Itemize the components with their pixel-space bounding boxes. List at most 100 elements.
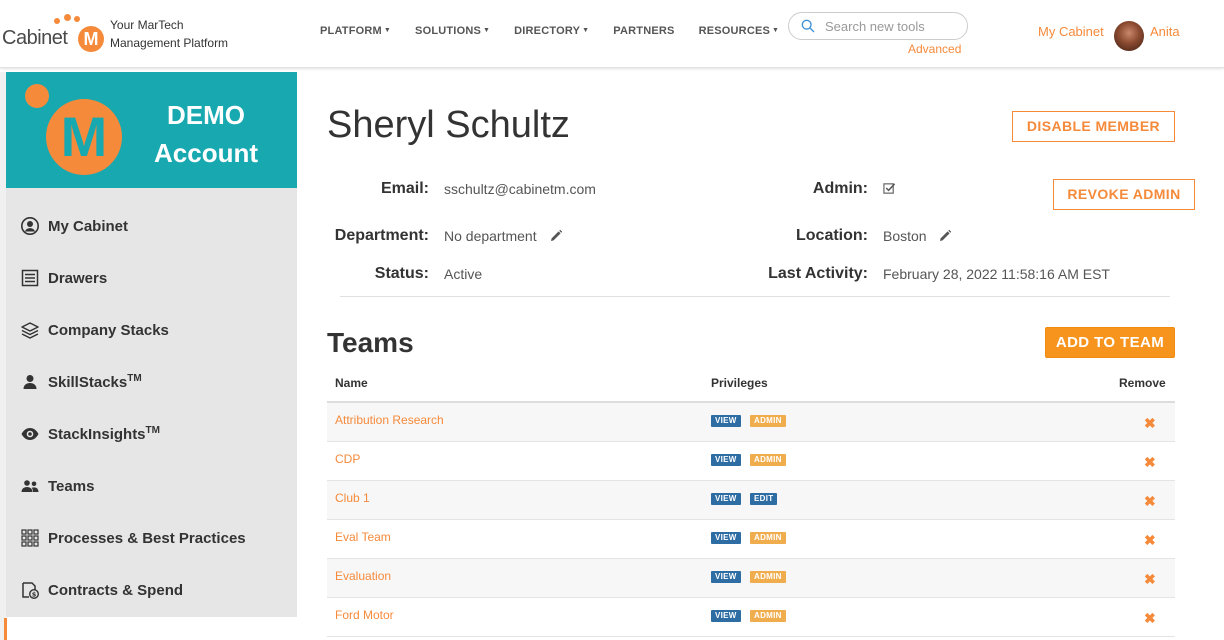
admin-checkbox-icon[interactable] (883, 182, 896, 195)
sidebar-item-teams[interactable]: Teams (20, 476, 94, 496)
privilege-badge-view: VIEW (711, 610, 741, 622)
revoke-admin-button[interactable]: REVOKE ADMIN (1053, 179, 1195, 210)
avatar[interactable] (1114, 21, 1144, 51)
logo-dot (54, 18, 60, 24)
remove-x-icon[interactable]: ✖ (1144, 572, 1156, 586)
sidebar-item-processes[interactable]: Processes & Best Practices (20, 528, 246, 548)
status-label: Status: (374, 265, 429, 282)
caret-down-icon: ▼ (383, 27, 392, 34)
sidebar-item-skillstacks[interactable]: SkillStacksTM (20, 372, 142, 392)
nav-solutions[interactable]: SOLUTIONS ▼ (415, 25, 490, 37)
contract-icon: $ (22, 582, 40, 600)
nav-label: PARTNERS (613, 25, 675, 37)
demo-logo-dot (25, 84, 49, 108)
privilege-badge-edit: EDIT (750, 493, 778, 505)
section-divider (340, 296, 1170, 297)
email-value: sschultz@cabinetm.com (444, 181, 596, 197)
cabinetm-logo[interactable]: Cabinet M (2, 14, 106, 54)
caret-down-icon: ▼ (582, 27, 590, 34)
search-box (788, 12, 968, 40)
remove-x-icon[interactable]: ✖ (1144, 494, 1156, 508)
demo-account-label: DEMO Account (146, 96, 266, 172)
nav-resources[interactable]: RESOURCES ▼ (699, 25, 780, 37)
team-name-link[interactable]: CDP (335, 452, 360, 466)
main-nav: PLATFORM ▼ SOLUTIONS ▼ DIRECTORY ▼ PARTNERS… (320, 25, 803, 37)
sidebar-item-stackinsights[interactable]: StackInsightsTM (20, 424, 160, 444)
demo-m-logo: M (46, 99, 122, 175)
caret-down-icon: ▼ (772, 27, 780, 34)
logo-dot (64, 14, 71, 21)
add-to-team-button[interactable]: ADD TO TEAM (1045, 327, 1175, 358)
nav-platform[interactable]: PLATFORM ▼ (320, 25, 391, 37)
tagline: Your MarTech Management Platform (110, 18, 229, 50)
team-icon (21, 480, 39, 492)
location-value: Boston (883, 228, 927, 244)
my-cabinet-link[interactable]: My Cabinet (1038, 24, 1104, 39)
privilege-badge-view: VIEW (711, 454, 741, 466)
sidebar-item-label: SkillStacksTM (48, 373, 142, 391)
sidebar-item-label: Processes & Best Practices (48, 529, 246, 547)
privilege-badge-admin: ADMIN (750, 415, 786, 427)
logo-text: Cabinet (2, 27, 68, 49)
trademark-sup: TM (127, 373, 142, 384)
table-row: Eval Team VIEW ADMIN ✖ (327, 520, 1175, 559)
sidebar-item-contracts[interactable]: $ Contracts & Spend (20, 580, 183, 600)
privilege-badge-admin: ADMIN (750, 610, 786, 622)
email-label: Email: (380, 180, 429, 197)
drawer-icon (21, 269, 39, 287)
sidebar-item-label: Teams (48, 477, 95, 495)
sidebar-item-label: My Cabinet (48, 217, 129, 235)
privilege-badge-admin: ADMIN (750, 454, 786, 466)
sidebar-item-text: SkillStacks (48, 374, 128, 391)
column-header-remove: Remove (1119, 376, 1166, 390)
nav-label: PLATFORM (320, 25, 382, 37)
advanced-search-link[interactable]: Advanced (908, 42, 961, 56)
privilege-badge-view: VIEW (711, 493, 741, 505)
column-header-name: Name (335, 376, 368, 390)
team-name-link[interactable]: Evaluation (335, 569, 391, 583)
sidebar-item-label: Drawers (48, 269, 108, 287)
demo-label-line2: Account (154, 138, 258, 168)
privilege-badge-view: VIEW (711, 571, 741, 583)
nav-partners[interactable]: PARTNERS (613, 25, 674, 37)
table-row: Attribution Research VIEW ADMIN ✖ (327, 403, 1175, 442)
location-field: Boston (883, 228, 952, 244)
remove-x-icon[interactable]: ✖ (1144, 455, 1156, 469)
search-input[interactable] (825, 18, 960, 34)
user-name-link[interactable]: Anita (1150, 24, 1180, 39)
sidebar-item-text: StackInsights (48, 426, 146, 443)
location-label: Location: (796, 227, 868, 244)
privilege-badge-admin: ADMIN (750, 532, 786, 544)
top-navbar: Cabinet M Your MarTech Management Platfo… (0, 0, 1224, 68)
nav-label: DIRECTORY (514, 25, 581, 37)
nav-directory[interactable]: DIRECTORY ▼ (514, 25, 589, 37)
privilege-badge-view: VIEW (711, 415, 741, 427)
svg-text:$: $ (32, 591, 37, 599)
disable-member-button[interactable]: DISABLE MEMBER (1012, 111, 1175, 142)
team-name-link[interactable]: Eval Team (335, 530, 391, 544)
team-name-link[interactable]: Club 1 (335, 491, 370, 505)
demo-label-line1: DEMO (167, 100, 245, 130)
demo-account-banner: M DEMO Account (6, 72, 297, 188)
privilege-badge-admin: ADMIN (750, 571, 786, 583)
search-icon[interactable] (801, 19, 815, 33)
sidebar-item-label: Contracts & Spend (48, 581, 184, 599)
teams-heading: Teams (327, 327, 414, 358)
sidebar-item-drawers[interactable]: Drawers (20, 268, 107, 288)
remove-x-icon[interactable]: ✖ (1144, 533, 1156, 547)
sidebar-item-my-cabinet[interactable]: My Cabinet (20, 216, 128, 236)
team-name-link[interactable]: Ford Motor (335, 608, 394, 622)
team-name-link[interactable]: Attribution Research (335, 413, 444, 427)
sidebar-item-company-stacks[interactable]: Company Stacks (20, 320, 169, 340)
user-circle-icon (21, 217, 39, 235)
remove-x-icon[interactable]: ✖ (1144, 416, 1156, 430)
remove-x-icon[interactable]: ✖ (1144, 611, 1156, 625)
edit-pencil-icon[interactable] (938, 229, 952, 243)
member-name: Sheryl Schultz (327, 104, 570, 146)
nav-label: RESOURCES (698, 25, 771, 37)
admin-label: Admin: (812, 180, 868, 197)
sidebar-active-marker (4, 618, 7, 640)
privilege-badge-view: VIEW (711, 532, 741, 544)
edit-pencil-icon[interactable] (549, 229, 563, 243)
status-value: Active (444, 266, 483, 282)
